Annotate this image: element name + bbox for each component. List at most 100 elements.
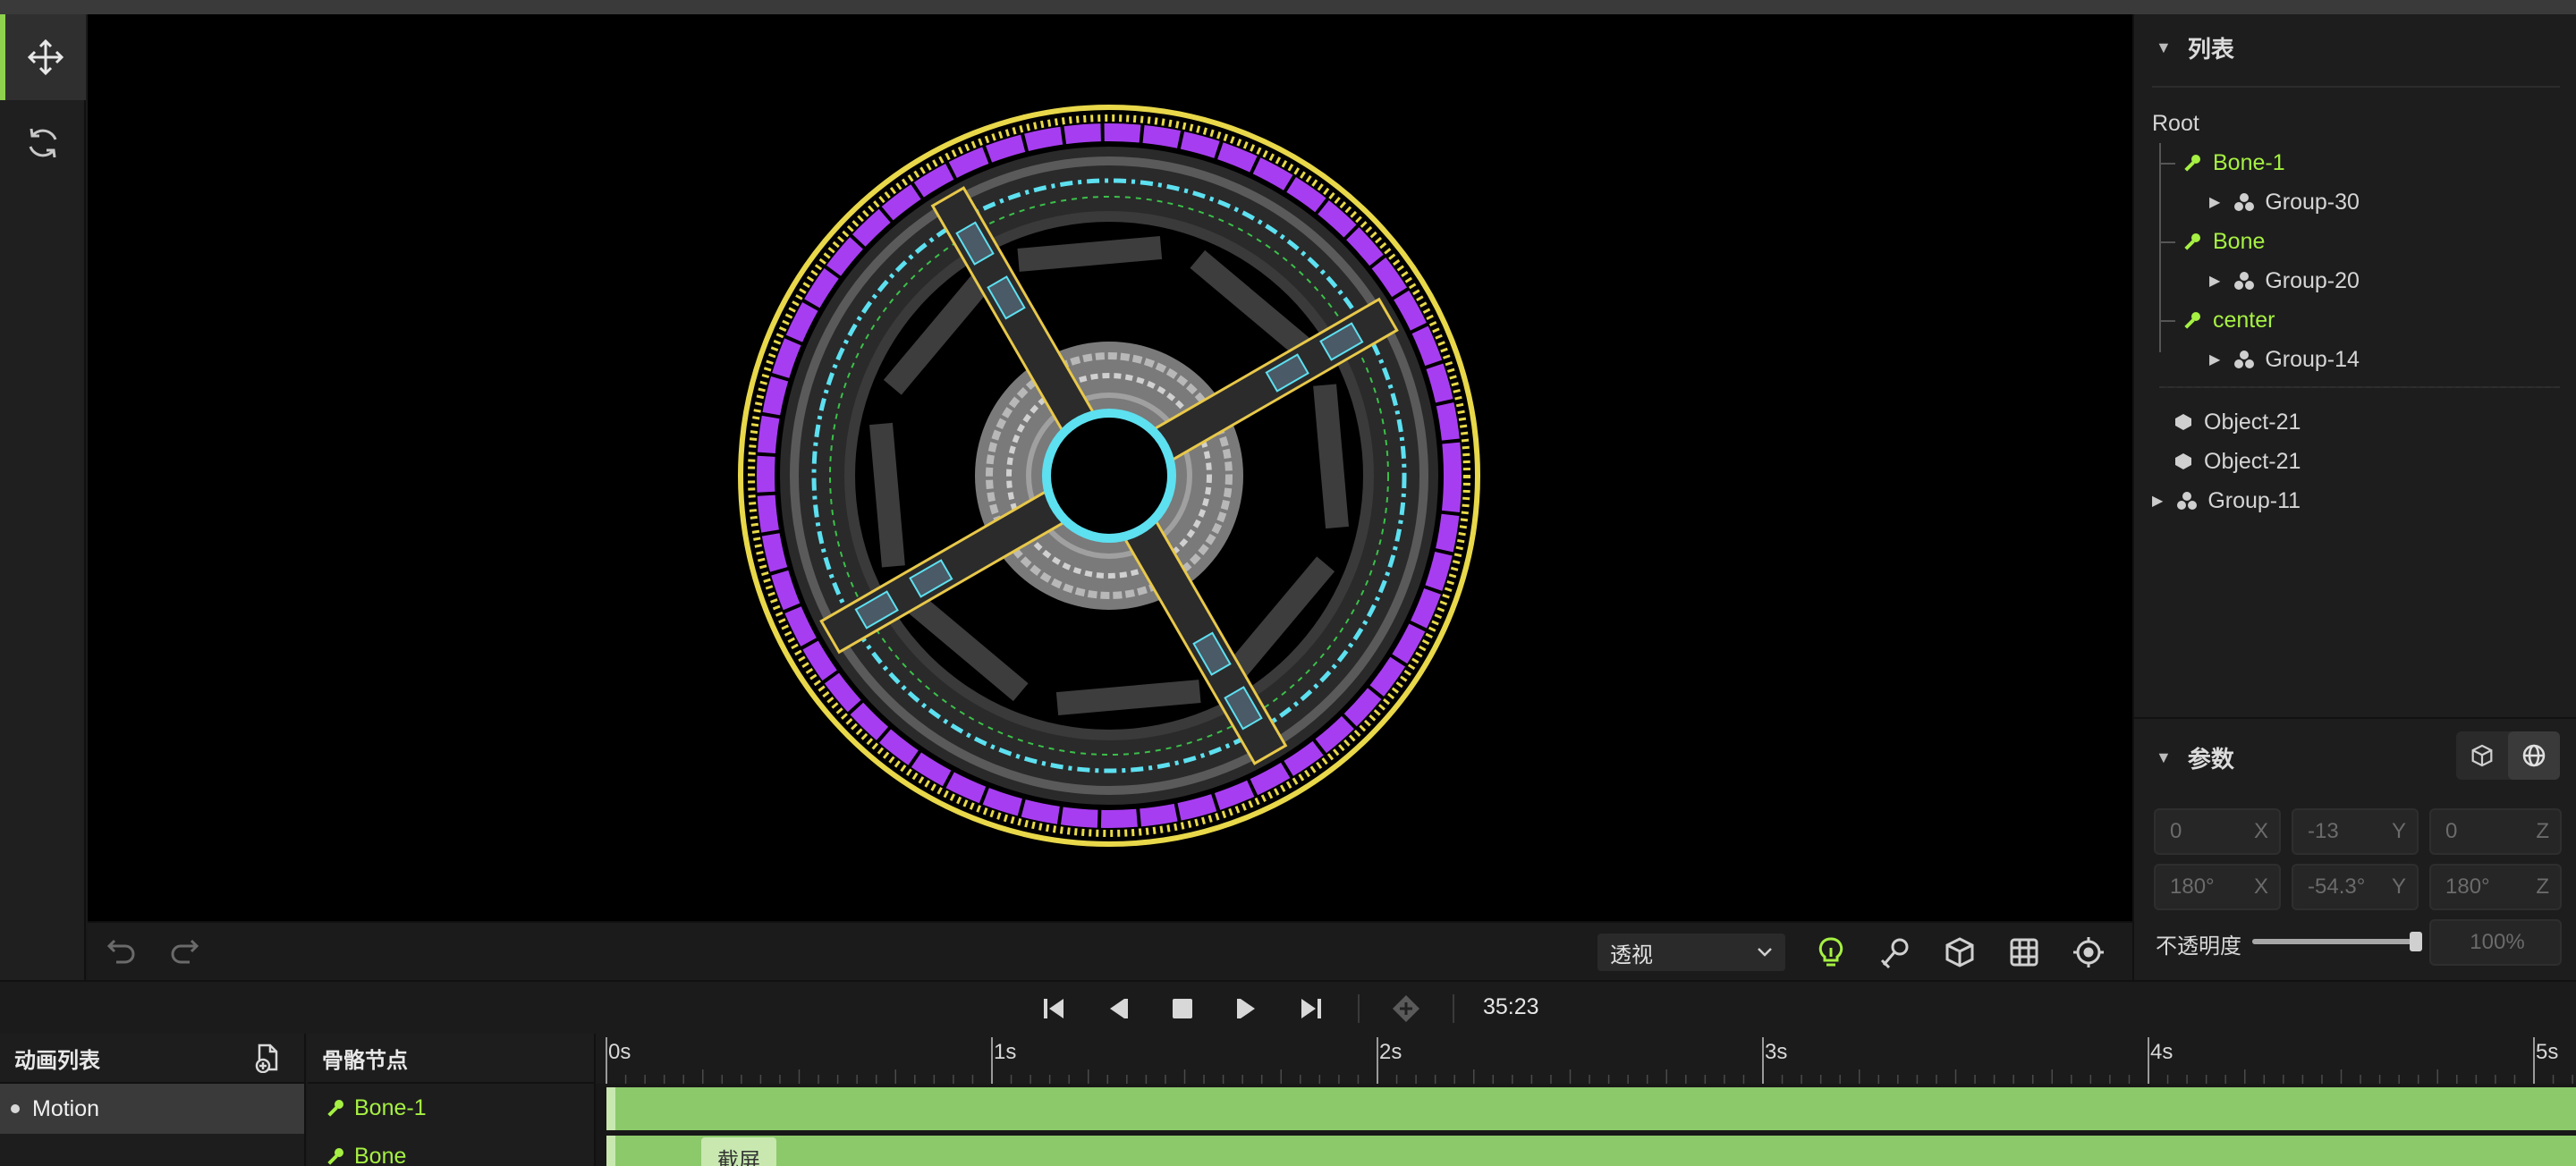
collapse-triangle-icon: ▼ [2156, 38, 2172, 56]
move-tool-button[interactable] [0, 14, 86, 100]
rotation-y-value: -54.3° [2308, 874, 2366, 899]
expand-triangle-icon[interactable]: ▶ [2209, 272, 2220, 290]
bone-node-list: 骨骼节点 Bone-1 Bone [308, 1034, 596, 1166]
tree-item-label: Group-11 [2207, 487, 2301, 513]
group-icon [2233, 269, 2256, 292]
step-forward-button[interactable] [1231, 993, 1263, 1025]
view-mode-select[interactable]: 透视 [1597, 934, 1785, 971]
rotate-icon [29, 128, 57, 158]
bone-track-name: Bone [354, 1143, 407, 1166]
tree-item-group[interactable]: ▶ Group-11 [2152, 481, 2301, 520]
tree-item-group[interactable]: ▶ Group-30 [2209, 182, 2360, 222]
tree-root-label: Root [2152, 110, 2199, 136]
object-icon [2172, 450, 2195, 473]
local-space-button[interactable] [2456, 731, 2508, 780]
tree-root[interactable]: Root [2152, 104, 2199, 143]
animation-list-title: 动画列表 [14, 1048, 100, 1073]
expand-triangle-icon[interactable]: ▶ [2152, 492, 2163, 510]
list-panel-header[interactable]: ▼ 列表 [2134, 14, 2576, 80]
move-icon [27, 38, 64, 76]
animation-list: 动画列表 Motion [0, 1034, 306, 1166]
tree-item-bone[interactable]: center [2181, 300, 2275, 340]
undo-icon [106, 939, 135, 964]
timecode: 35:23 [1483, 994, 1539, 1019]
world-space-button[interactable] [2508, 731, 2560, 780]
divider [2152, 86, 2560, 88]
tree-line [2159, 241, 2175, 243]
redo-button[interactable] [168, 937, 200, 970]
position-z-field[interactable]: 0Z [2429, 808, 2562, 855]
skip-end-icon [1301, 999, 1321, 1018]
opacity-slider-thumb[interactable] [2410, 932, 2422, 951]
focus-target-button[interactable] [2072, 935, 2106, 974]
bone-icon [2181, 151, 2204, 174]
grid-icon [2010, 938, 2038, 967]
expand-triangle-icon[interactable]: ▶ [2209, 193, 2220, 211]
right-panel: ▼ 列表 Root Bone-1 ▶ Group-30 Bone ▶ Group… [2132, 14, 2576, 980]
step-back-icon [1110, 999, 1128, 1018]
target-icon [2073, 937, 2104, 967]
animation-panel: 35:23 动画列表 Motion 骨骼节点 Bone-1 Bone 0s 1s 2… [0, 980, 2576, 1166]
bone-track-label[interactable]: Bone-1 [308, 1086, 427, 1130]
3d-viewport[interactable] [88, 14, 2132, 921]
ruler-tick-label: 1s [994, 1040, 1016, 1064]
time-ruler[interactable]: 0s 1s 2s 3s 4s 5s [596, 1034, 2576, 1084]
timeline[interactable]: 0s 1s 2s 3s 4s 5s 截屏 [596, 1034, 2576, 1166]
animation-item-label: Motion [32, 1095, 100, 1121]
rotate-tool-button[interactable] [0, 100, 86, 186]
track-start-handle[interactable] [606, 1087, 615, 1130]
bone-track-label[interactable]: Bone [308, 1134, 406, 1166]
opacity-label: 不透明度 [2156, 934, 2241, 959]
track-start-handle[interactable] [606, 1136, 615, 1166]
bone-node-list-header: 骨骼节点 [308, 1034, 594, 1084]
screenshot-tooltip: 截屏 [701, 1137, 776, 1166]
tree-item-bone[interactable]: Bone [2181, 222, 2265, 261]
keyframe-add-icon [1393, 995, 1419, 1022]
jump-start-button[interactable] [1038, 993, 1070, 1025]
rotation-z-field[interactable]: 180° Z [2429, 864, 2562, 910]
expand-triangle-icon[interactable]: ▶ [2209, 351, 2220, 368]
bone-icon [327, 1148, 343, 1165]
animation-item[interactable]: Motion [0, 1084, 304, 1134]
tree-line [2159, 163, 2175, 165]
tree-item-object[interactable]: Object-21 [2172, 442, 2301, 481]
divider [2134, 717, 2576, 719]
tree-item-group[interactable]: ▶ Group-20 [2209, 261, 2360, 300]
undo-button[interactable] [106, 937, 138, 970]
redo-icon [171, 939, 199, 964]
new-animation-icon[interactable] [252, 1043, 283, 1073]
step-back-button[interactable] [1102, 993, 1134, 1025]
jump-end-button[interactable] [1295, 993, 1327, 1025]
rotation-y-field[interactable]: -54.3° Y [2292, 864, 2419, 910]
position-y-field[interactable]: -13 Y [2292, 808, 2419, 855]
position-z-value: 0 [2445, 819, 2458, 843]
divider [1358, 994, 1360, 1023]
tree-item-group[interactable]: ▶ Group-14 [2209, 340, 2360, 379]
tree-item-bone[interactable]: Bone-1 [2181, 143, 2285, 182]
opacity-field[interactable]: 100% [2429, 919, 2562, 966]
cube-view-button[interactable] [1943, 935, 1977, 974]
tree-item-label: Group-30 [2265, 189, 2360, 215]
wheel-model [738, 105, 1480, 847]
divider [1453, 994, 1454, 1023]
rotation-x-field[interactable]: 180° X [2154, 864, 2281, 910]
position-x-field[interactable]: 0X [2154, 808, 2281, 855]
tree-item-object[interactable]: Object-21 [2172, 402, 2301, 442]
keyframe-track-bar[interactable] [606, 1087, 2576, 1130]
position-y-value: -13 [2308, 819, 2339, 843]
lightbulb-icon [1818, 937, 1843, 967]
light-toggle-button[interactable] [1814, 935, 1848, 974]
grid-toggle-button[interactable] [2007, 935, 2041, 974]
animation-list-header: 动画列表 [0, 1034, 304, 1084]
bone-icon [2181, 230, 2204, 253]
keyframe-track-bar[interactable] [606, 1136, 2576, 1166]
stop-button[interactable] [1166, 993, 1199, 1025]
opacity-slider[interactable] [2252, 932, 2422, 951]
globe-icon [2522, 744, 2546, 767]
bone-icon [2181, 308, 2204, 332]
space-toggle [2456, 731, 2560, 780]
add-keyframe-button[interactable] [1390, 993, 1422, 1025]
cube-icon [2471, 744, 2493, 767]
group-icon [2175, 489, 2199, 512]
bone-tool-button[interactable] [1878, 935, 1912, 974]
